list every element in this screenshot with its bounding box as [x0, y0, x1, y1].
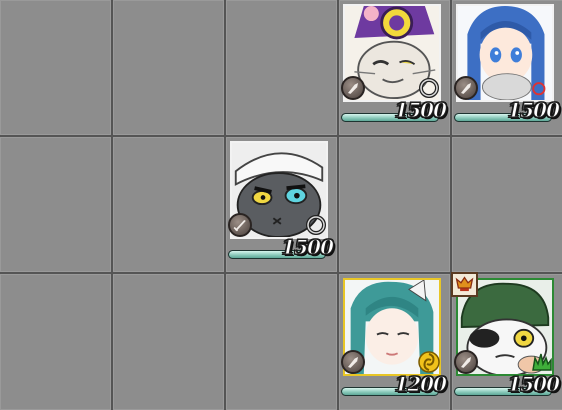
board-tile[interactable]	[0, 137, 111, 272]
ring-icon	[304, 213, 328, 237]
board-tile[interactable]	[226, 274, 337, 410]
swirl-icon	[417, 350, 441, 374]
hp-value: 1500	[394, 98, 448, 123]
unit-card-white-cat[interactable]: 1500	[339, 0, 450, 135]
board-tile[interactable]: 1500	[451, 272, 562, 410]
board-tile[interactable]	[0, 0, 111, 135]
sword-icon	[228, 213, 252, 237]
board-tile[interactable]: 1200	[339, 274, 450, 410]
board-tile[interactable]	[0, 274, 111, 410]
hp-value: 1200	[394, 372, 448, 397]
board-tile[interactable]	[339, 137, 450, 272]
axe-icon	[341, 350, 365, 374]
board-tile[interactable]	[113, 274, 224, 410]
unit-card-gray-cat[interactable]: 1500	[226, 137, 337, 272]
unit-card-eyepatch-cat[interactable]: 1500	[451, 272, 562, 409]
board-tile[interactable]: 1500	[226, 137, 337, 272]
board-tile[interactable]: 1500	[452, 0, 562, 135]
board-tile[interactable]: 1500	[339, 0, 450, 135]
rank-crest-icon	[451, 272, 478, 297]
board-tile[interactable]	[226, 0, 337, 135]
hp-value: 1500	[507, 98, 561, 123]
axe-icon	[454, 76, 478, 100]
grass-icon	[530, 350, 554, 374]
hp-value: 1500	[281, 235, 335, 260]
board-tile[interactable]	[452, 137, 562, 272]
axe-icon	[341, 76, 365, 100]
unit-card-teal-girl[interactable]: 1200	[339, 274, 450, 409]
ring-icon	[417, 76, 441, 100]
game-board: 1500 1500 1500 1200 1500	[0, 0, 562, 410]
hp-value: 1500	[507, 372, 561, 397]
axe-icon	[454, 350, 478, 374]
board-tile[interactable]	[113, 137, 224, 272]
unit-card-blue-girl[interactable]: 1500	[452, 0, 562, 135]
board-tile[interactable]	[113, 0, 224, 135]
